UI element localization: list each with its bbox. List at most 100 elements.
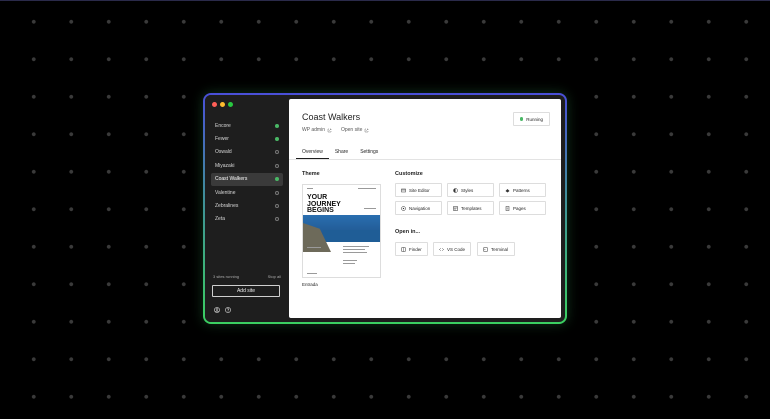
navigation-icon xyxy=(401,205,406,211)
open-in-vscode-button[interactable]: VS Code xyxy=(433,242,471,256)
styles-button[interactable]: Styles xyxy=(447,183,494,197)
patterns-icon xyxy=(505,188,510,192)
templates-icon xyxy=(453,205,458,211)
sidebar-item-zebralines[interactable]: Zebralines xyxy=(211,199,283,212)
window-controls xyxy=(212,102,233,107)
add-site-button[interactable]: Add site xyxy=(212,285,280,297)
tab-bar: Overview Share Settings xyxy=(296,145,384,159)
theme-preview[interactable]: YOUR JOURNEY BEGINS xyxy=(302,184,381,278)
preview-text-line xyxy=(343,249,365,250)
app-window: Encore Fewer Oswald Miyazaki Coast Walke… xyxy=(205,95,565,322)
sidebar-item-oswald[interactable]: Oswald xyxy=(211,146,283,159)
preview-text-line xyxy=(343,260,357,261)
app-window-frame: Encore Fewer Oswald Miyazaki Coast Walke… xyxy=(203,93,567,324)
preview-text-line xyxy=(343,246,369,247)
preview-text-line xyxy=(307,273,317,274)
sidebar-item-fewer[interactable]: Fewer xyxy=(211,132,283,145)
site-status-button[interactable]: Running xyxy=(512,112,550,126)
page-title: Coast Walkers xyxy=(302,112,361,122)
card-label: Terminal xyxy=(491,246,509,252)
pages-button[interactable]: Pages xyxy=(499,201,546,215)
status-label: Running xyxy=(526,116,543,122)
main-panel: Coast Walkers WP admin Open site Running… xyxy=(289,99,561,318)
card-label: Patterns xyxy=(513,187,530,193)
card-label: Pages xyxy=(513,205,526,211)
stopped-status-dot xyxy=(275,163,279,168)
wp-admin-link[interactable]: WP admin xyxy=(302,127,332,133)
card-label: VS Code xyxy=(447,246,466,252)
site-editor-button[interactable]: Site Editor xyxy=(395,183,442,197)
site-name: Encore xyxy=(215,122,231,129)
navigation-button[interactable]: Navigation xyxy=(395,201,442,215)
templates-button[interactable]: Templates xyxy=(447,201,494,215)
top-edge-line xyxy=(0,0,770,1)
sidebar-footer xyxy=(214,307,231,313)
site-name: Fewer xyxy=(215,136,229,143)
open-in-finder-button[interactable]: Finder xyxy=(395,242,428,256)
site-name: Oswald xyxy=(215,149,232,156)
site-list: Encore Fewer Oswald Miyazaki Coast Walke… xyxy=(211,119,283,226)
customize-heading: Customize xyxy=(395,171,423,177)
open-in-heading: Open in... xyxy=(395,229,421,235)
preview-nav-bar xyxy=(358,188,376,189)
preview-sea xyxy=(323,230,380,242)
running-status-dot xyxy=(519,117,524,121)
close-window-button[interactable] xyxy=(212,102,217,107)
site-name: Zeta xyxy=(215,216,226,223)
running-summary: 3 sites running Stop all xyxy=(213,274,281,279)
preview-text-line xyxy=(343,263,355,264)
stop-all-button[interactable]: Stop all xyxy=(268,274,281,279)
stopped-status-dot xyxy=(275,190,279,195)
open-site-link[interactable]: Open site xyxy=(341,127,369,133)
wp-admin-label: WP admin xyxy=(302,127,325,133)
preview-headline: YOUR JOURNEY BEGINS xyxy=(307,194,341,214)
patterns-button[interactable]: Patterns xyxy=(499,183,546,197)
card-label: Finder xyxy=(409,246,422,252)
card-label: Navigation xyxy=(409,205,431,211)
site-name: Valentine xyxy=(215,189,236,196)
tab-settings[interactable]: Settings xyxy=(354,145,384,159)
tab-overview[interactable]: Overview xyxy=(296,145,329,159)
sidebar: Encore Fewer Oswald Miyazaki Coast Walke… xyxy=(205,95,289,322)
stopped-status-dot xyxy=(275,150,279,155)
pages-icon xyxy=(505,205,510,211)
sidebar-item-encore[interactable]: Encore xyxy=(211,119,283,132)
layout-icon xyxy=(401,188,406,192)
theme-name: Entrada xyxy=(302,282,318,287)
preview-subtext-bar xyxy=(364,208,376,209)
preview-text-line xyxy=(307,247,321,248)
running-status-dot xyxy=(275,123,279,128)
sidebar-item-miyazaki[interactable]: Miyazaki xyxy=(211,159,283,172)
code-icon xyxy=(439,247,444,251)
terminal-icon xyxy=(483,246,488,252)
site-name: Zebralines xyxy=(215,203,239,210)
running-status-dot xyxy=(275,137,279,142)
stopped-status-dot xyxy=(275,217,279,222)
preview-logo-bar xyxy=(307,188,313,189)
card-label: Site Editor xyxy=(409,187,430,193)
finder-icon xyxy=(401,246,406,252)
running-status-dot xyxy=(275,177,279,182)
preview-text-line xyxy=(343,252,367,253)
open-site-label: Open site xyxy=(340,127,363,133)
help-icon[interactable] xyxy=(225,307,231,313)
tab-divider xyxy=(289,159,561,160)
external-link-icon xyxy=(327,128,332,132)
sidebar-item-coast-walkers[interactable]: Coast Walkers xyxy=(211,172,283,186)
site-name: Coast Walkers xyxy=(215,176,248,183)
minimize-window-button[interactable] xyxy=(220,102,225,107)
open-in-terminal-button[interactable]: Terminal xyxy=(477,242,515,256)
tab-share[interactable]: Share xyxy=(329,145,354,159)
site-name: Miyazaki xyxy=(215,162,235,169)
account-icon[interactable] xyxy=(214,307,220,313)
styles-icon xyxy=(453,187,458,193)
theme-heading: Theme xyxy=(302,171,320,177)
stopped-status-dot xyxy=(275,204,279,209)
sidebar-item-valentine[interactable]: Valentine xyxy=(211,186,283,199)
card-label: Templates xyxy=(461,205,482,211)
card-label: Styles xyxy=(461,187,474,193)
sidebar-item-zeta[interactable]: Zeta xyxy=(211,213,283,226)
maximize-window-button[interactable] xyxy=(228,102,233,107)
running-count: 3 sites running xyxy=(213,274,240,279)
external-link-icon xyxy=(365,128,369,132)
